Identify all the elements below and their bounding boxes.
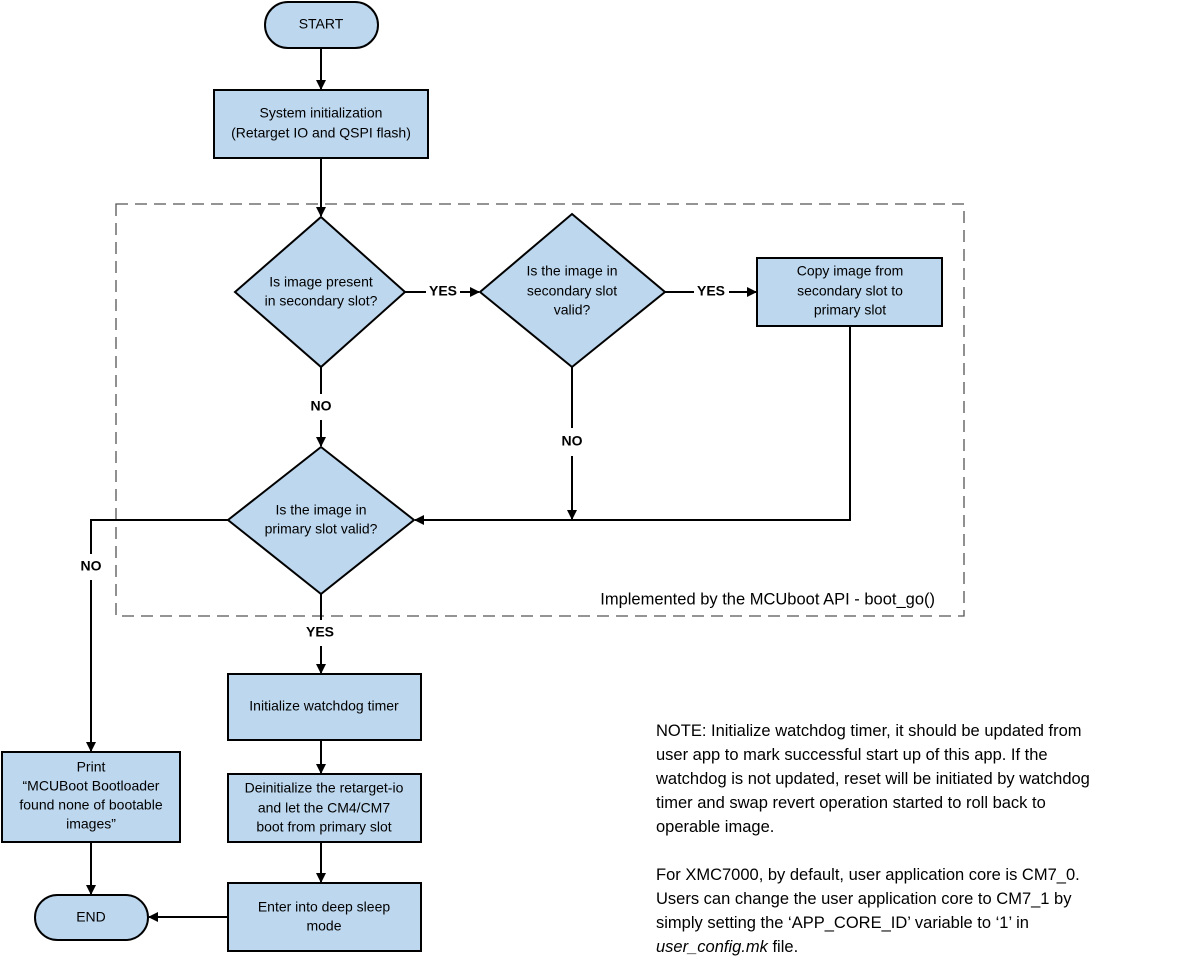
edge-label-yes: YES [697,283,725,299]
start-terminal: START [264,1,379,49]
edge-label-no: NO [562,433,583,449]
decision-secondary-valid: Is the image in secondary slot valid? [478,212,667,369]
deinit-process: Deinitialize the retarget-io and let the… [227,773,422,843]
process-text: System initialization [260,105,383,121]
edge-label-yes: YES [306,624,334,640]
decision-text: valid? [554,302,591,318]
process-text: Print [77,759,106,775]
note-line: For XMC7000, by default, user applicatio… [656,866,1080,884]
note-line: watchdog is not updated, reset will be i… [655,770,1090,788]
edge-label-no: NO [81,558,102,574]
process-text: Initialize watchdog timer [249,698,399,714]
decision-text: in secondary slot? [265,293,378,309]
process-text: Deinitialize the retarget-io [245,780,404,796]
process-text: Enter into deep sleep [258,899,391,915]
note-line: NOTE: Initialize watchdog timer, it shou… [656,722,1082,740]
config-filename: user_config.mk [656,938,769,956]
process-text: found none of bootable [19,797,162,813]
edge-label-no: NO [311,398,332,414]
process-text: (Retarget IO and QSPI flash) [231,125,411,141]
process-text: mode [306,918,341,934]
note-line: operable image. [656,818,774,836]
note-line: Users can change the user application co… [656,890,1072,908]
process-text: and let the CM4/CM7 [258,800,390,816]
note-line: user app to mark successful start up of … [656,746,1048,764]
decision-text: Is the image in [275,502,366,518]
note-line: timer and swap revert operation started … [656,794,1046,812]
decision-text: secondary slot [527,283,617,299]
process-text: images” [66,816,116,832]
edge-label-yes: YES [429,283,457,299]
deep-sleep-process: Enter into deep sleep mode [227,882,422,952]
note-text-rest: file. [768,938,798,956]
process-text: Copy image from [797,263,904,279]
decision-text: Is the image in [526,263,617,279]
decision-text: primary slot valid? [265,521,378,537]
watchdog-process: Initialize watchdog timer [227,673,422,741]
decision-primary-valid: Is the image in primary slot valid? [226,445,416,596]
copy-image-process: Copy image from secondary slot to primar… [756,257,943,327]
system-init-process: System initialization (Retarget IO and Q… [213,89,429,159]
decision-text: Is image present [269,274,373,290]
process-text: “MCUBoot Bootloader [23,778,160,794]
note-text: NOTE: Initialize watchdog timer, it shou… [655,722,1090,956]
note-line: simply setting the ‘APP_CORE_ID’ variabl… [656,914,1029,932]
end-terminal: END [34,894,149,941]
flowchart: Implemented by the MCUboot API - boot_go… [1,1,1090,956]
end-label: END [76,909,106,925]
print-process: Print “MCUBoot Bootloader found none of … [1,751,181,843]
start-label: START [299,16,344,32]
decision-secondary-present: Is image present in secondary slot? [233,215,407,369]
process-text: boot from primary slot [256,819,391,835]
process-text: secondary slot to [797,283,903,299]
group-label: Implemented by the MCUboot API - boot_go… [600,590,935,608]
note-line: user_config.mk file. [656,938,798,956]
process-text: primary slot [814,302,886,318]
